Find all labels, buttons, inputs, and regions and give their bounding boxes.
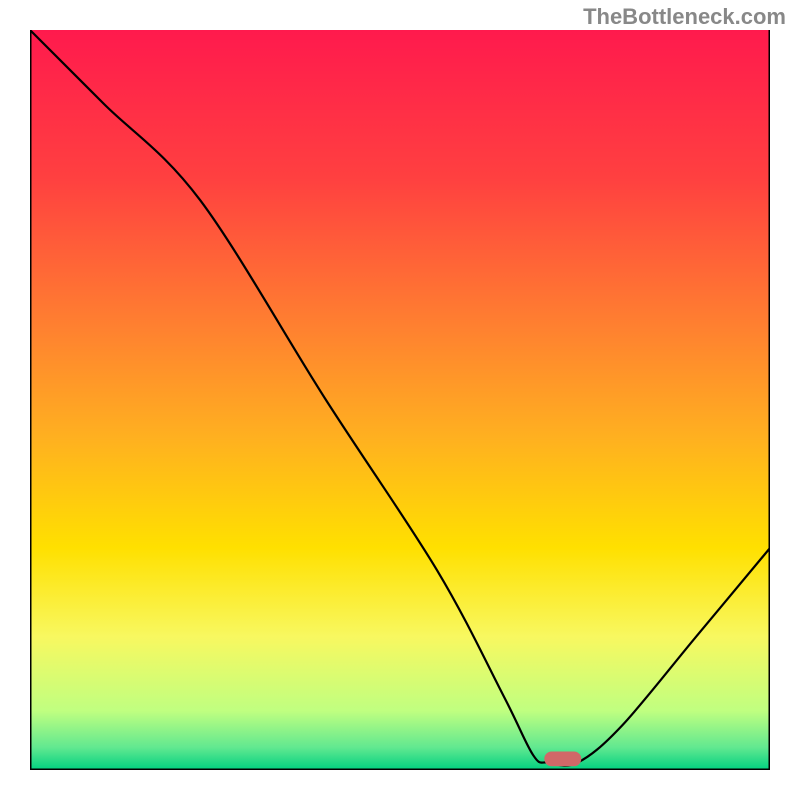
optimum-marker <box>544 752 581 767</box>
watermark-text: TheBottleneck.com <box>583 4 786 30</box>
plot-area <box>30 30 770 770</box>
chart-background <box>30 30 770 770</box>
chart-container: TheBottleneck.com <box>0 0 800 800</box>
chart-svg <box>30 30 770 770</box>
